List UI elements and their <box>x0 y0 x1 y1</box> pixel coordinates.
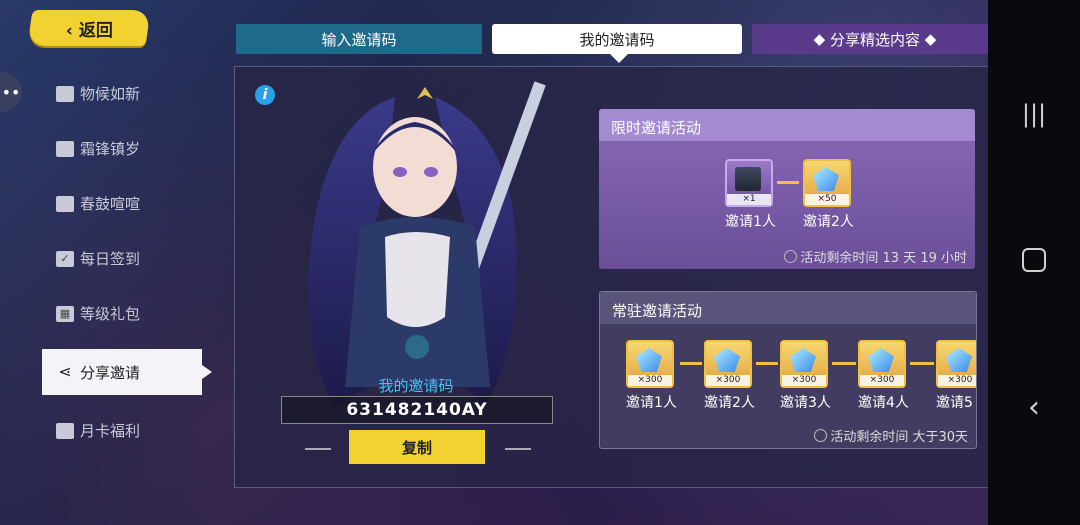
diamond-icon: ◆ <box>920 30 937 48</box>
tab-share-content[interactable]: ◆ 分享精选内容 ◆ <box>752 24 998 54</box>
reward-item[interactable]: ×300 邀请5 <box>936 340 976 412</box>
reward-label: 邀请4人 <box>858 395 909 411</box>
chest-icon: ×1 <box>725 159 773 207</box>
sidebar: 物候如新 霜锋镇岁 春鼓喧喧 ✓ 每日签到 ▦ 等级礼包 ⋖ 分享邀请 月卡福利 <box>42 66 212 458</box>
timer-text: 活动剩余时间 大于30天 <box>830 430 968 445</box>
reward-qty: ×300 <box>706 375 750 386</box>
clock-icon <box>784 250 798 263</box>
sidebar-item-wuhou[interactable]: 物候如新 <box>42 66 202 121</box>
reward-label: 邀请2人 <box>704 395 755 411</box>
reward-label: 邀请3人 <box>780 395 831 411</box>
reward-item[interactable]: ×300 邀请2人 <box>704 340 755 412</box>
reward-qty: ×50 <box>805 194 849 205</box>
reward-label: 邀请2人 <box>803 214 854 230</box>
sidebar-item-label: 月卡福利 <box>80 422 141 440</box>
reward-qty: ×1 <box>727 194 771 205</box>
back-button[interactable]: ‹ 返回 <box>27 10 151 46</box>
calendar-icon <box>56 140 74 157</box>
tab-bar: 输入邀请码 我的邀请码 ◆ 分享精选内容 ◆ <box>236 24 1000 63</box>
clock-icon <box>814 429 828 442</box>
reward-connector <box>756 362 778 365</box>
diamond-icon: ◆ <box>813 30 830 48</box>
permanent-title: 常驻邀请活动 <box>612 302 703 320</box>
chevron-left-icon: ‹ <box>65 20 79 41</box>
crystal-icon: ×300 <box>936 340 976 388</box>
reward-item[interactable]: ×300 邀请1人 <box>626 340 677 412</box>
invite-code-value: 631482140AY <box>281 396 553 424</box>
invite-code-label: 我的邀请码 <box>378 377 454 395</box>
back-label: 返回 <box>78 20 113 41</box>
sidebar-item-label: 分享邀请 <box>80 363 141 382</box>
copy-button[interactable]: 复制 <box>349 430 485 464</box>
tab-my-code[interactable]: 我的邀请码 <box>492 24 742 63</box>
system-navbar: ||| ‹ <box>988 0 1080 525</box>
sidebar-item-share-invite[interactable]: ⋖ 分享邀请 <box>42 349 212 395</box>
sidebar-item-daily-signin[interactable]: ✓ 每日签到 <box>42 231 202 286</box>
reward-label: 邀请1人 <box>725 214 776 230</box>
crystal-icon: ×300 <box>626 340 674 388</box>
sidebar-item-shuangfeng[interactable]: 霜锋镇岁 <box>42 121 202 176</box>
timer-text: 活动剩余时间 13 天 19 小时 <box>800 251 967 266</box>
sidebar-item-label: 物候如新 <box>80 85 141 103</box>
reward-qty: ×300 <box>860 375 904 386</box>
home-icon[interactable] <box>1022 248 1046 272</box>
recent-apps-icon[interactable]: ||| <box>1022 100 1046 128</box>
sidebar-item-monthly-card[interactable]: 月卡福利 <box>42 403 202 458</box>
crystal-icon: ×50 <box>803 159 851 207</box>
limited-timer: 活动剩余时间 13 天 19 小时 <box>784 247 967 266</box>
reward-connector <box>680 362 702 365</box>
reward-label: 邀请5 <box>936 395 973 411</box>
crystal-icon: ×300 <box>858 340 906 388</box>
reward-connector <box>910 362 934 365</box>
sidebar-item-level-gift[interactable]: ▦ 等级礼包 <box>42 286 202 341</box>
divider <box>505 448 531 450</box>
permanent-timer: 活动剩余时间 大于30天 <box>814 426 968 445</box>
reward-qty: ×300 <box>628 375 672 386</box>
reward-qty: ×300 <box>782 375 826 386</box>
reward-item[interactable]: ×50 邀请2人 <box>803 159 854 231</box>
tab-share-label: 分享精选内容 <box>829 30 920 49</box>
reward-item[interactable]: ×1 邀请1人 <box>725 159 776 231</box>
reward-item[interactable]: ×300 邀请3人 <box>780 340 831 412</box>
reward-label: 邀请1人 <box>626 395 677 411</box>
sidebar-item-label: 春鼓喧喧 <box>80 195 141 213</box>
sidebar-item-label: 霜锋镇岁 <box>80 140 141 158</box>
invite-panel: i 我的邀请码 631482140AY 复制 限时邀请活动 ×1 邀请1人 ×5… <box>234 66 1000 488</box>
reward-connector <box>777 181 799 184</box>
divider <box>305 448 331 450</box>
crystal-icon: ×300 <box>704 340 752 388</box>
sidebar-item-label: 等级礼包 <box>80 305 141 323</box>
limited-invite-card: 限时邀请活动 ×1 邀请1人 ×50 邀请2人 活动剩余时间 13 天 19 小… <box>599 109 975 269</box>
reward-qty: ×300 <box>938 375 976 386</box>
permanent-invite-card: 常驻邀请活动 ×300 邀请1人 ×300 邀请2人 ×300 邀请3人 ×30… <box>599 291 977 449</box>
card-icon <box>56 422 74 439</box>
sidebar-item-chungu[interactable]: 春鼓喧喧 <box>42 176 202 231</box>
calendar-icon <box>56 195 74 212</box>
sidebar-item-label: 每日签到 <box>80 250 141 268</box>
limited-title: 限时邀请活动 <box>611 119 702 137</box>
back-nav-icon[interactable]: ‹ <box>1028 390 1040 425</box>
reward-item[interactable]: ×300 邀请4人 <box>858 340 909 412</box>
share-icon: ⋖ <box>58 362 72 381</box>
gift-icon: ▦ <box>56 305 74 322</box>
info-icon[interactable]: i <box>255 85 275 105</box>
crystal-icon: ×300 <box>780 340 828 388</box>
calendar-icon <box>56 85 74 102</box>
tab-input-code[interactable]: 输入邀请码 <box>236 24 482 54</box>
check-calendar-icon: ✓ <box>56 250 74 267</box>
reward-connector <box>832 362 856 365</box>
